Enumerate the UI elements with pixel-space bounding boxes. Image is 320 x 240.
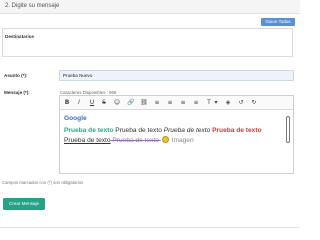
- redo-icon[interactable]: ↻: [250, 99, 258, 107]
- italic-button[interactable]: I: [75, 99, 83, 107]
- crear-mensaje-button[interactable]: Crear Mensaje: [3, 198, 45, 210]
- content-heading: Google: [64, 115, 87, 122]
- text-strikethrough: Prueba de texto: [110, 137, 161, 144]
- destinatarios-box[interactable]: [2, 28, 293, 57]
- content-line-1: Prueba de texto Prueba de texto Prueba d…: [64, 127, 262, 134]
- destinatarios-label: Destinatarios: [5, 34, 35, 39]
- unlink-icon[interactable]: ⛓: [140, 99, 148, 107]
- text-italic: Prueba de texto: [163, 127, 211, 134]
- required-fields-note: Campos marcados con (*) son obligatorios: [2, 180, 84, 185]
- align-left-icon[interactable]: ≡: [153, 99, 161, 107]
- panel-title: 2. Digite su mensaje: [5, 3, 60, 9]
- editor-toolbar: B I U S ☺ 🔗 ⛓ ≡ ≡ ≡ ≡ T ▾ ◈ ↺ ↻: [60, 96, 293, 110]
- chevron-down-icon[interactable]: ▾: [212, 99, 220, 107]
- text-normal: Prueba de texto: [113, 127, 164, 134]
- align-center-icon[interactable]: ≡: [166, 99, 174, 107]
- asunto-label: Asunto (*):: [4, 73, 28, 78]
- panel-header: 2. Digite su mensaje: [0, 0, 300, 14]
- link-icon[interactable]: 🔗: [127, 99, 135, 107]
- text-red-bold: Prueba de texto: [210, 127, 262, 134]
- message-panel: 2. Digite su mensaje Guion Todos Destina…: [0, 0, 300, 231]
- strikethrough-button[interactable]: S: [100, 99, 108, 107]
- align-justify-icon[interactable]: ≡: [192, 99, 200, 107]
- bold-button[interactable]: B: [63, 99, 71, 107]
- image-text: Imagen: [169, 137, 194, 144]
- color-icon[interactable]: ◈: [224, 99, 232, 107]
- content-line-2: Prueba de texto Prueba de texto Imagen: [64, 136, 194, 144]
- underline-button[interactable]: U: [88, 99, 96, 107]
- mensaje-label: Mensaje (*):: [4, 90, 30, 95]
- guion-todos-button[interactable]: Guion Todos: [261, 18, 295, 26]
- asunto-input[interactable]: [59, 70, 294, 81]
- text-underline: Prueba de texto: [64, 137, 111, 144]
- smiley-emoji-icon: [161, 136, 169, 143]
- emoji-icon[interactable]: ☺: [113, 99, 121, 107]
- undo-icon[interactable]: ↺: [237, 99, 245, 107]
- panel-divider: [0, 227, 300, 228]
- message-editor[interactable]: B I U S ☺ 🔗 ⛓ ≡ ≡ ≡ ≡ T ▾ ◈ ↺ ↻ Google P…: [59, 95, 294, 174]
- editor-scrollbar[interactable]: [286, 116, 290, 143]
- align-right-icon[interactable]: ≡: [179, 99, 187, 107]
- text-green-bold: Prueba de texto: [64, 127, 114, 134]
- editor-content[interactable]: Google Prueba de texto Prueba de texto P…: [64, 115, 286, 144]
